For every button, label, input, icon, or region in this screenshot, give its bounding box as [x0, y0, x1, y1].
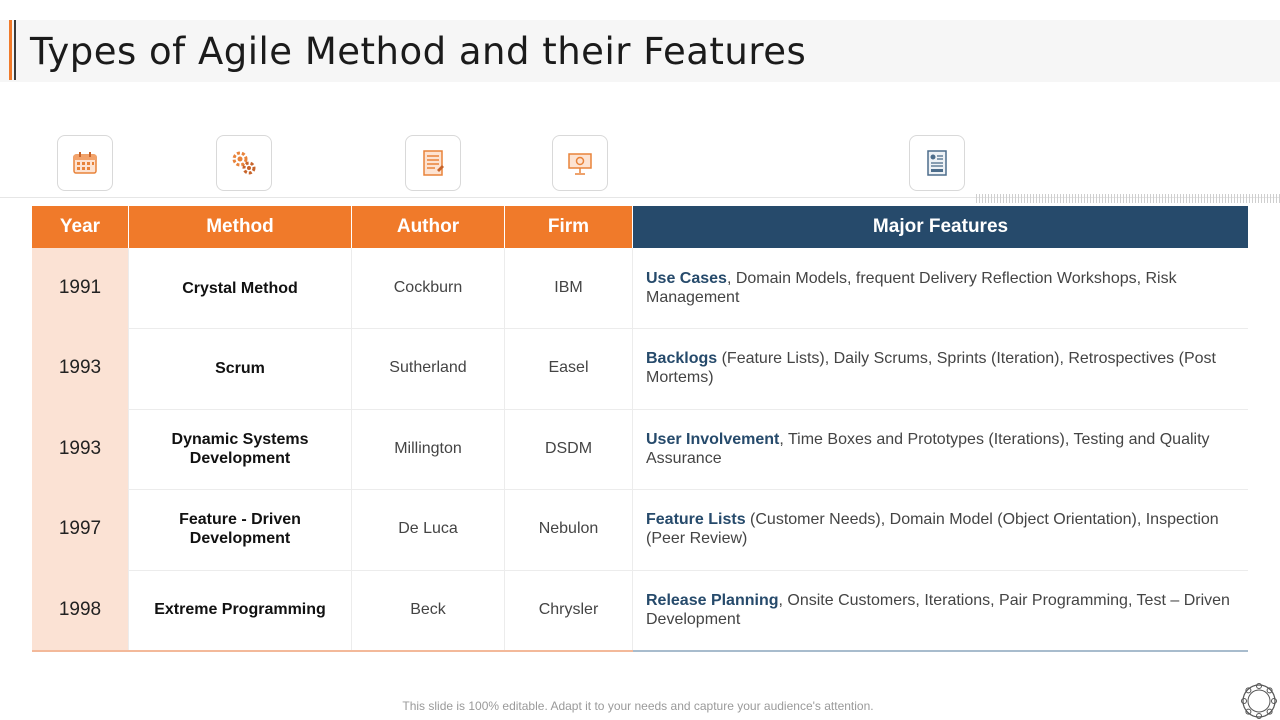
cell-method: Feature - Driven Development	[179, 511, 301, 548]
title-accent-bar-dark	[14, 20, 16, 80]
calendar-icon	[57, 135, 113, 191]
table-row: 1993 Scrum Sutherland Easel Backlogs (Featur…	[32, 328, 1248, 408]
cell-major-features: Release Planning, Onsite Customers, Iter…	[633, 570, 1248, 650]
document-icon	[405, 135, 461, 191]
cell-major-features: User Involvement, Time Boxes and Prototy…	[633, 409, 1248, 489]
decorative-hatch	[976, 194, 1280, 203]
cell-firm: Nebulon	[538, 520, 599, 538]
footer-note: This slide is 100% editable. Adapt it to…	[402, 699, 874, 713]
table-bottom-rule-navy	[633, 650, 1248, 652]
cell-firm: IBM	[554, 279, 583, 296]
header-year: Year	[32, 206, 128, 248]
cell-method: Crystal Method	[182, 279, 298, 297]
cell-author: Beck	[410, 600, 446, 618]
cell-year: 1993	[58, 357, 102, 379]
cell-year: 1991	[58, 277, 102, 298]
cell-author: De Luca	[398, 520, 458, 538]
table-row: 1997 Feature - Driven Development De Luca N…	[32, 489, 1248, 569]
cell-major-features: Backlogs (Feature Lists), Daily Scrums, …	[633, 328, 1248, 408]
header-firm: Firm	[505, 206, 632, 248]
cell-method: Extreme Programming	[154, 601, 326, 619]
table-bottom-rule-orange	[32, 650, 633, 652]
page-title: Types of Agile Method and their Features	[30, 30, 807, 73]
cell-year: 1997	[58, 518, 102, 540]
header-major-features: Major Features	[633, 206, 1248, 248]
cell-firm: DSDM	[544, 439, 593, 457]
cell-firm: Chrysler	[538, 600, 599, 618]
title-accent-bar	[9, 20, 12, 80]
gears-icon	[216, 135, 272, 191]
feature-lead: Backlogs	[646, 350, 718, 368]
feature-lead: Release Planning	[646, 591, 779, 609]
cell-author: Millington	[394, 439, 462, 457]
agile-methods-table: Year Method Author Firm Major Features 1…	[32, 206, 1248, 652]
cell-year: 1993	[58, 437, 102, 459]
cell-author: Cockburn	[393, 279, 463, 296]
feature-lead: User Involvement	[646, 430, 780, 448]
cell-major-features: Feature Lists (Customer Needs), Domain M…	[633, 489, 1248, 569]
table-row: 1991 Crystal Method Cockburn IBM Use Cases, …	[32, 248, 1248, 328]
feature-lead: Feature Lists	[646, 511, 746, 529]
cell-firm: Easel	[548, 359, 589, 377]
cell-method: Dynamic Systems Development	[171, 430, 309, 467]
cell-method: Scrum	[215, 359, 265, 377]
presentation-icon	[552, 135, 608, 191]
table-row: 1998 Extreme Programming Beck Chrysler Relea…	[32, 570, 1248, 650]
feature-lead: Use Cases	[646, 270, 727, 287]
report-icon	[909, 135, 965, 191]
cell-author: Sutherland	[389, 359, 467, 377]
cell-year: 1998	[58, 598, 102, 620]
corner-logo-icon	[1241, 683, 1277, 719]
cell-major-features: Use Cases, Domain Models, frequent Deliv…	[633, 248, 1248, 328]
feature-detail: (Feature Lists), Daily Scrums, Sprints (…	[646, 350, 1216, 387]
header-method: Method	[129, 206, 351, 248]
header-author: Author	[352, 206, 504, 248]
table-row: 1993 Dynamic Systems Development Millingto…	[32, 409, 1248, 489]
